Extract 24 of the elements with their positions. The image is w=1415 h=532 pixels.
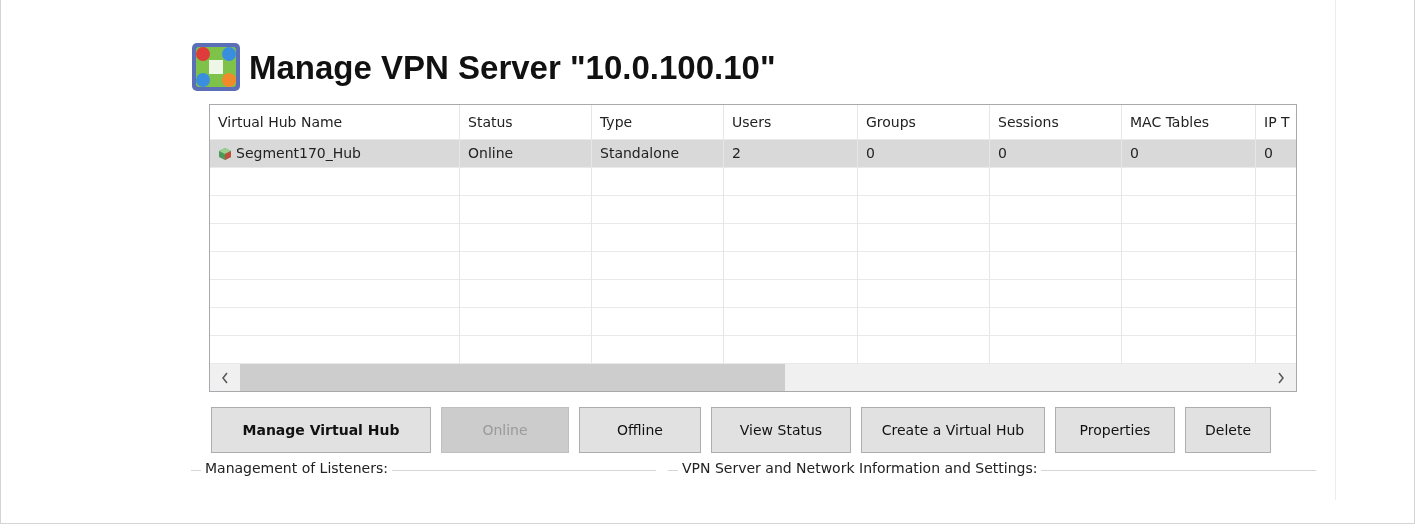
table-cell: 2 (724, 140, 858, 168)
table-cell: 0 (990, 140, 1122, 168)
app-icon (191, 42, 241, 92)
scroll-left-icon[interactable] (221, 371, 229, 384)
table-cell: Online (460, 140, 592, 168)
action-button[interactable]: Offline (579, 407, 701, 453)
hub-icon (218, 146, 232, 161)
action-button[interactable]: Properties (1055, 407, 1175, 453)
table-cell: 0 (1122, 140, 1256, 168)
group-label: Management of Listeners: (201, 461, 392, 477)
table-row[interactable]: Segment170_Hub Online Standalone 2 0 0 0 0 (210, 140, 1296, 168)
scroll-thumb[interactable] (240, 364, 785, 391)
group-label: VPN Server and Network Information and Settings: (678, 461, 1042, 477)
scroll-right-icon[interactable] (1277, 371, 1285, 384)
action-button[interactable]: Create a Virtual Hub (861, 407, 1045, 453)
table-cell: 0 (1256, 140, 1296, 168)
action-button[interactable]: Delete (1185, 407, 1271, 453)
action-button[interactable]: Manage Virtual Hub (211, 407, 431, 453)
window-title: Manage VPN Server "10.0.100.10" (249, 50, 776, 84)
horizontal-scrollbar[interactable] (210, 364, 1296, 391)
table-cell-text: Segment170_Hub (236, 144, 361, 163)
table-cell: Standalone (592, 140, 724, 168)
table-cell: 0 (858, 140, 990, 168)
action-button[interactable]: View Status (711, 407, 851, 453)
